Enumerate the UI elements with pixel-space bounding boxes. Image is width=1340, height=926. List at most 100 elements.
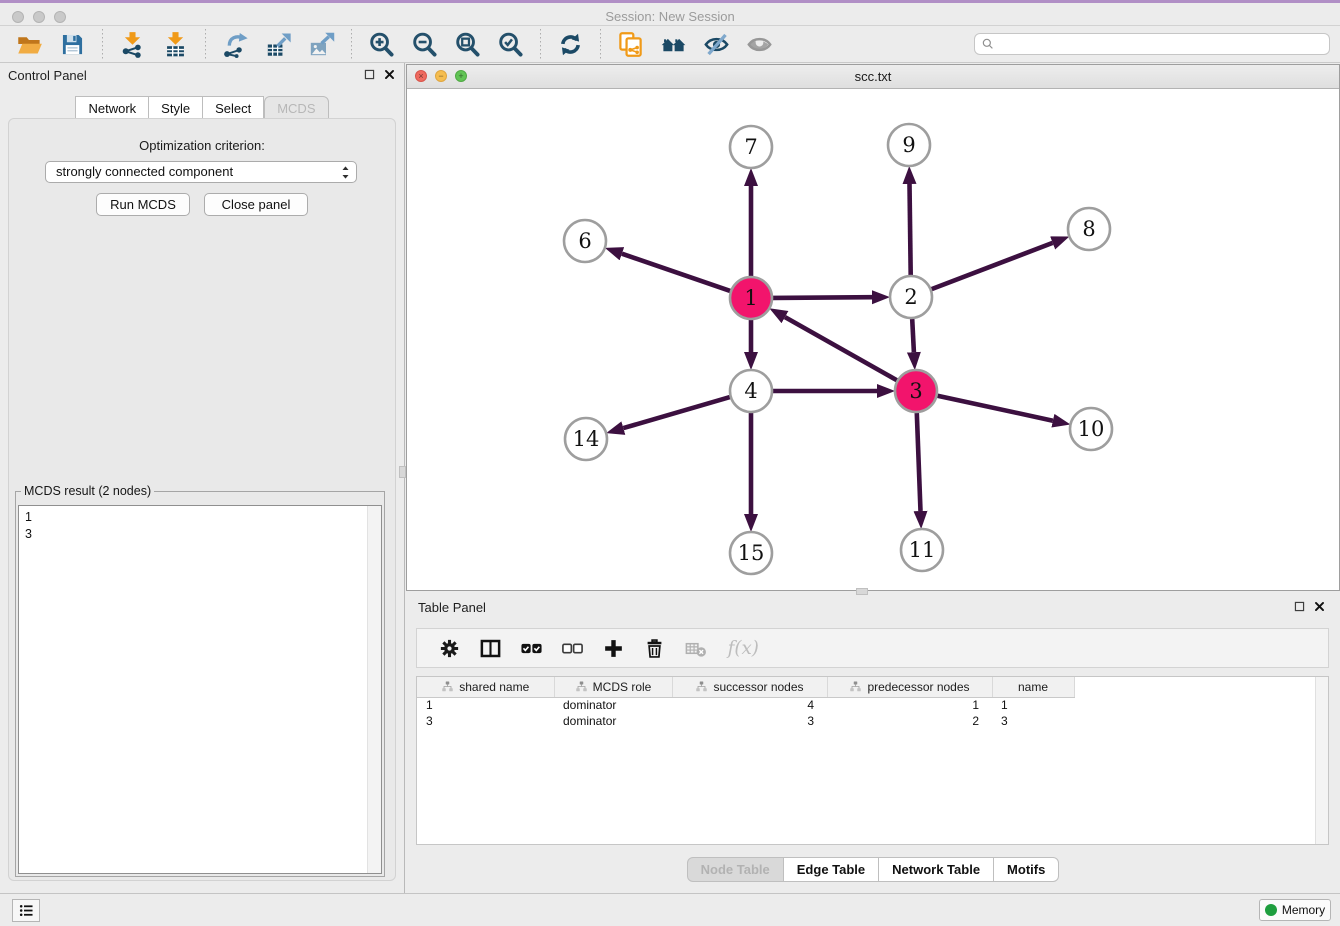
graph-node-6[interactable]: 6 <box>564 220 606 262</box>
select-all-button[interactable] <box>520 637 543 660</box>
optimization-criterion-select[interactable]: strongly connected component <box>45 161 357 183</box>
zoom-fit-button[interactable] <box>452 29 483 60</box>
memory-button[interactable]: Memory <box>1259 899 1331 921</box>
graph-node-9[interactable]: 9 <box>888 124 930 166</box>
tab-node-table[interactable]: Node Table <box>687 857 784 882</box>
table-panel-tabs: Node TableEdge TableNetwork TableMotifs <box>406 857 1340 882</box>
eye-icon <box>746 31 773 58</box>
graph-node-4[interactable]: 4 <box>730 370 772 412</box>
zoom-out-button[interactable] <box>409 29 440 60</box>
zoom-selected-button[interactable] <box>495 29 526 60</box>
close-panel-icon[interactable] <box>383 68 396 81</box>
graph-edge-2-3[interactable] <box>912 319 914 352</box>
gear-button[interactable] <box>438 637 461 660</box>
table-cell[interactable]: 3 <box>992 713 1074 729</box>
graph-edge-3-1[interactable] <box>785 317 897 380</box>
add-column-button[interactable] <box>602 637 625 660</box>
column-header-mcds-role[interactable]: MCDS role <box>554 677 672 697</box>
graph-edge-2-9[interactable] <box>910 184 911 275</box>
graph-edge-4-14[interactable] <box>623 397 730 428</box>
delete-table-button[interactable] <box>684 637 707 660</box>
deselect-all-icon <box>561 637 584 660</box>
tab-motifs[interactable]: Motifs <box>994 857 1059 882</box>
main-toolbar <box>0 26 1340 63</box>
graph-node-15[interactable]: 15 <box>730 532 772 574</box>
table-cell[interactable]: 3 <box>672 713 827 729</box>
import-network-button[interactable] <box>117 29 148 60</box>
refresh-button[interactable] <box>555 29 586 60</box>
import-table-button[interactable] <box>160 29 191 60</box>
network-canvas[interactable]: 7 9 6 8 1 2 4 3 14 10 15 11 <box>407 89 1339 590</box>
eye-slash-button[interactable] <box>701 29 732 60</box>
graph-node-10[interactable]: 10 <box>1070 408 1112 450</box>
graph-edge-3-11[interactable] <box>917 413 921 511</box>
tree-icon <box>575 681 588 692</box>
import-table-icon <box>162 31 189 58</box>
tab-network-table[interactable]: Network Table <box>879 857 994 882</box>
deselect-all-button[interactable] <box>561 637 584 660</box>
table-row[interactable]: 1dominator411 <box>417 697 1074 713</box>
mcds-result-scrollbar[interactable] <box>367 506 381 873</box>
table-cell[interactable]: 1 <box>417 697 554 713</box>
horizontal-splitter-handle[interactable] <box>856 588 868 595</box>
save-session-button[interactable] <box>57 29 88 60</box>
trash-button[interactable] <box>643 637 666 660</box>
vertical-splitter-handle[interactable] <box>399 466 406 478</box>
network-graph[interactable]: 7 9 6 8 1 2 4 3 14 10 15 11 <box>407 89 1338 591</box>
save-session-icon <box>59 31 86 58</box>
close-panel-icon[interactable] <box>1313 600 1326 613</box>
column-header-successor-nodes[interactable]: successor nodes <box>672 677 827 697</box>
eye-button[interactable] <box>744 29 775 60</box>
table-cell[interactable]: 4 <box>672 697 827 713</box>
svg-text:11: 11 <box>909 538 936 562</box>
column-header-predecessor-nodes[interactable]: predecessor nodes <box>827 677 992 697</box>
table-cell[interactable]: 2 <box>827 713 992 729</box>
table-cell[interactable]: dominator <box>554 713 672 729</box>
column-header-name[interactable]: name <box>992 677 1074 697</box>
graph-node-7[interactable]: 7 <box>730 126 772 168</box>
table-cell[interactable]: 1 <box>827 697 992 713</box>
export-table-button[interactable] <box>263 29 294 60</box>
float-panel-icon[interactable] <box>1293 600 1306 613</box>
graph-edge-2-8[interactable] <box>932 243 1053 289</box>
export-network-button[interactable] <box>220 29 251 60</box>
show-panels-button[interactable] <box>12 899 40 922</box>
function-builder-button[interactable] <box>725 637 761 660</box>
graph-node-3[interactable]: 3 <box>895 370 937 412</box>
open-session-icon <box>16 31 43 58</box>
graph-node-8[interactable]: 8 <box>1068 208 1110 250</box>
column-header-label: MCDS role <box>593 680 652 694</box>
houses-button[interactable] <box>658 29 689 60</box>
svg-text:2: 2 <box>904 285 917 309</box>
open-session-button[interactable] <box>14 29 45 60</box>
svg-text:14: 14 <box>573 427 600 451</box>
tab-edge-table[interactable]: Edge Table <box>784 857 879 882</box>
search-input[interactable] <box>999 35 1329 53</box>
graph-node-2[interactable]: 2 <box>890 276 932 318</box>
close-panel-button[interactable]: Close panel <box>204 193 308 216</box>
run-mcds-button[interactable]: Run MCDS <box>96 193 190 216</box>
graph-edge-1-2[interactable] <box>773 297 872 298</box>
table-cell[interactable]: 1 <box>992 697 1074 713</box>
eye-slash-icon <box>703 31 730 58</box>
toolbar-separator <box>205 29 206 59</box>
clone-network-icon <box>617 31 644 58</box>
table-cell[interactable]: dominator <box>554 697 672 713</box>
table-cell[interactable]: 3 <box>417 713 554 729</box>
graph-edge-1-6[interactable] <box>622 254 730 291</box>
clone-network-button[interactable] <box>615 29 646 60</box>
graph-node-11[interactable]: 11 <box>901 529 943 571</box>
export-image-button[interactable] <box>306 29 337 60</box>
graph-node-14[interactable]: 14 <box>565 418 607 460</box>
graph-edge-3-10[interactable] <box>938 396 1053 421</box>
float-panel-icon[interactable] <box>363 68 376 81</box>
zoom-in-button[interactable] <box>366 29 397 60</box>
graph-node-1[interactable]: 1 <box>730 277 772 319</box>
table-scrollbar[interactable] <box>1315 677 1328 844</box>
control-panel-title: Control Panel <box>8 68 87 83</box>
table-row[interactable]: 3dominator323 <box>417 713 1074 729</box>
split-view-button[interactable] <box>479 637 502 660</box>
column-header-shared-name[interactable]: shared name <box>417 677 554 697</box>
houses-icon <box>660 31 687 58</box>
search-box[interactable] <box>974 33 1330 55</box>
